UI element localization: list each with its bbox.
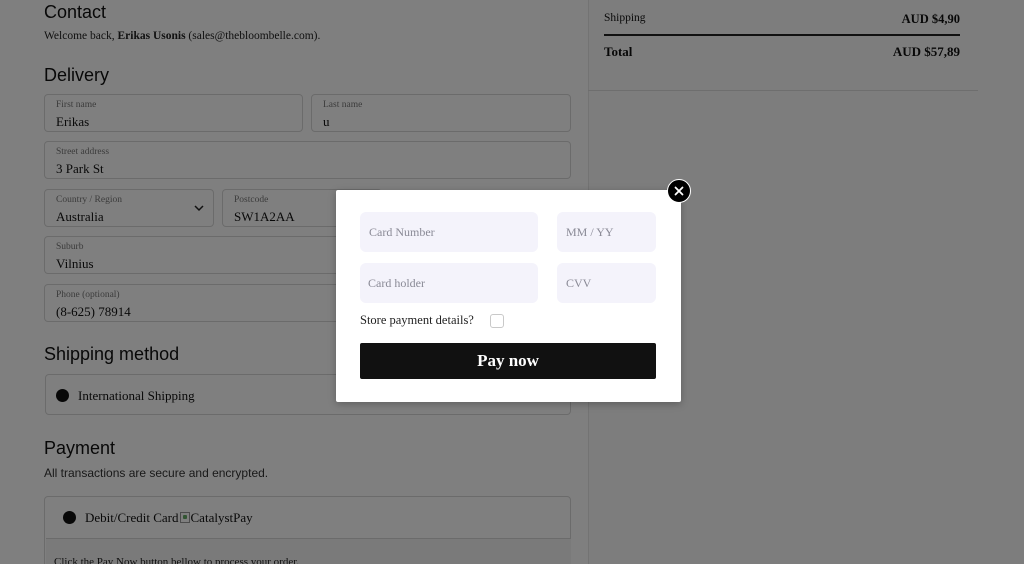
pay-now-button[interactable]: Pay now: [360, 343, 656, 379]
close-icon: [674, 186, 684, 196]
store-payment-checkbox[interactable]: [490, 314, 504, 328]
expiry-placeholder: MM / YY: [566, 225, 614, 239]
cvv-input[interactable]: CVV: [557, 263, 656, 303]
cvv-placeholder: CVV: [566, 276, 592, 290]
expiry-input[interactable]: MM / YY: [557, 212, 656, 252]
card-holder-placeholder: Card holder: [368, 276, 425, 290]
close-modal-button[interactable]: [667, 179, 691, 203]
card-holder-input[interactable]: Card holder: [360, 263, 538, 303]
card-number-placeholder: Card Number: [369, 225, 435, 239]
card-number-input[interactable]: Card Number: [360, 212, 538, 252]
store-payment-label: Store payment details?: [360, 313, 474, 327]
card-payment-modal: Card Number MM / YY Card holder CVV Stor…: [336, 190, 681, 402]
checkout-page: Shipping AUD $4,90 Total AUD $57,89 Cont…: [0, 0, 1024, 564]
